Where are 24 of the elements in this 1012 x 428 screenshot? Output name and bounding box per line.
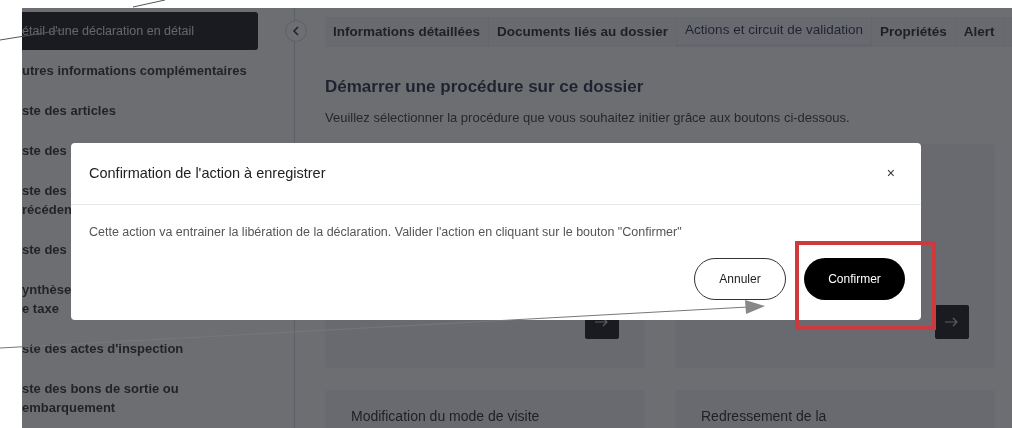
tab[interactable]: Actions et circuit de validation <box>677 17 872 47</box>
arrow-right-icon <box>945 317 959 327</box>
tab[interactable]: Documents liés au dossier <box>489 17 678 47</box>
dialog-message: Cette action va entrainer la libération de la déclaration. Valider l'action en cliquant sur le bouton "Confirmer" <box>88 224 683 241</box>
confirm-button[interactable]: Confirmer <box>804 257 905 300</box>
cancel-button[interactable]: Annuler <box>694 257 786 300</box>
sidebar-item[interactable]: utres informations complémentaires <box>22 50 294 90</box>
sidebar-item[interactable]: ste des articles <box>22 90 294 130</box>
section-title: Démarrer une procédure sur ce dossier <box>325 76 645 98</box>
sidebar-item[interactable]: ste des actes d'inspection <box>22 328 294 368</box>
tab[interactable]: Alert <box>955 17 1004 47</box>
tab[interactable]: Informations détaillées <box>325 17 490 47</box>
chevron-left-icon <box>292 26 300 36</box>
dialog-title: Confirmation de l'action à enregistrer <box>89 163 326 183</box>
tab[interactable]: Propriétés <box>871 17 956 47</box>
card-title: Modification du mode de visite <box>351 407 541 426</box>
sidebar-item[interactable]: étail d'une déclaration en détail <box>22 12 258 50</box>
leader-line <box>132 0 166 8</box>
collapse-button[interactable] <box>285 20 307 42</box>
card-title: Redressement de la <box>701 407 828 426</box>
sidebar-item[interactable]: ste des bons de sortie ou embarquement <box>22 368 294 427</box>
close-button[interactable]: × <box>886 163 895 184</box>
section-description: Veuillez sélectionner la procédure que vous souhaitez initier grâce aux boutons ci-dessous. <box>325 108 851 127</box>
arrow-right-icon <box>595 317 609 327</box>
